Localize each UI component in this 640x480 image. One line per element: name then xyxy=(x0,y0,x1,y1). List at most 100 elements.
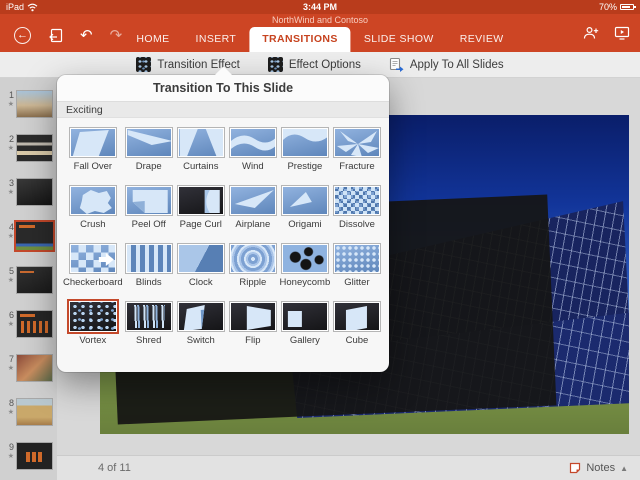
transition-tile-gallery[interactable]: Gallery xyxy=(279,296,331,354)
transition-label: Flip xyxy=(245,335,260,346)
transition-preview-icon xyxy=(179,303,223,330)
slide-thumbnail-item-2[interactable]: 2 xyxy=(0,134,57,162)
slide-thumbnail[interactable] xyxy=(16,310,53,338)
tab-transitions[interactable]: TRANSITIONS xyxy=(249,27,351,52)
transition-star-icon xyxy=(8,320,14,329)
slide-thumbnail[interactable] xyxy=(16,398,53,426)
transition-preview-icon xyxy=(335,187,379,214)
slide-thumbnail-item-6[interactable]: 6 xyxy=(0,310,57,338)
transition-label: Gallery xyxy=(290,335,320,346)
slide-thumbnail-item-3[interactable]: 3 xyxy=(0,178,57,206)
transition-preview-icon xyxy=(70,302,116,331)
transition-tile-wind[interactable]: Wind xyxy=(227,122,279,180)
transition-preview-icon xyxy=(179,245,223,272)
transition-star-icon xyxy=(8,408,14,417)
transition-tile-ripple[interactable]: Ripple xyxy=(227,238,279,296)
transition-tile-fall-over[interactable]: Fall Over xyxy=(63,122,123,180)
slide-thumbnail[interactable] xyxy=(16,266,53,294)
tab-review[interactable]: REVIEW xyxy=(447,27,517,52)
transition-tile-shred[interactable]: Shred xyxy=(123,296,175,354)
transition-preview-icon xyxy=(231,303,275,330)
tab-home[interactable]: HOME xyxy=(123,27,182,52)
transition-tile-switch[interactable]: Switch xyxy=(175,296,227,354)
slide-thumbnail[interactable] xyxy=(16,354,53,382)
transition-star-icon xyxy=(8,188,14,197)
transition-tile-crush[interactable]: Crush xyxy=(63,180,123,238)
transition-tile-cube[interactable]: Cube xyxy=(331,296,383,354)
transition-tile-fracture[interactable]: Fracture xyxy=(331,122,383,180)
transition-label: Dissolve xyxy=(339,219,375,230)
back-button[interactable]: ← xyxy=(14,27,31,44)
transition-tile-prestige[interactable]: Prestige xyxy=(279,122,331,180)
slide-thumbnail-item-5[interactable]: 5 xyxy=(0,266,57,294)
add-person-icon xyxy=(583,26,599,40)
transition-preview-icon xyxy=(283,187,327,214)
slide-thumbnail[interactable] xyxy=(16,134,53,162)
transition-star-icon xyxy=(8,452,14,461)
transition-label: Prestige xyxy=(287,161,322,172)
clock: 3:44 PM xyxy=(0,2,640,12)
apply-to-all-icon xyxy=(389,57,404,72)
effect-options-button[interactable]: Effect Options xyxy=(268,57,361,72)
section-header-exciting: Exciting xyxy=(57,101,389,118)
app-window: iPad 3:44 PM 70% NorthWind and Contoso ←… xyxy=(0,0,640,480)
transition-label: Airplane xyxy=(235,219,270,230)
slide-thumbnail-item-8[interactable]: 8 xyxy=(0,398,57,426)
transition-tile-flip[interactable]: Flip xyxy=(227,296,279,354)
transition-label: Clock xyxy=(189,277,213,288)
transition-effect-icon xyxy=(136,57,151,72)
tab-slide-show[interactable]: SLIDE SHOW xyxy=(351,27,447,52)
transition-tile-airplane[interactable]: Airplane xyxy=(227,180,279,238)
transition-tile-clock[interactable]: Clock xyxy=(175,238,227,296)
transition-tile-drape[interactable]: Drape xyxy=(123,122,175,180)
transition-star-icon xyxy=(8,364,14,373)
slide-number: 4 xyxy=(9,222,14,232)
transition-label: Vortex xyxy=(79,335,106,346)
file-share-icon xyxy=(48,28,63,43)
transition-tile-page-curl[interactable]: Page Curl xyxy=(175,180,227,238)
transition-label: Blinds xyxy=(136,277,162,288)
slide-thumbnail-item-4[interactable]: 4 xyxy=(0,222,57,250)
slide-number: 5 xyxy=(9,266,14,276)
transition-preview-icon xyxy=(283,303,327,330)
transition-tile-curtains[interactable]: Curtains xyxy=(175,122,227,180)
slide-thumbnail[interactable] xyxy=(16,222,53,250)
transition-label: Shred xyxy=(136,335,161,346)
transition-label: Drape xyxy=(136,161,162,172)
page-indicator: 4 of 11 xyxy=(98,462,131,474)
present-button[interactable] xyxy=(614,26,630,40)
share-people-button[interactable] xyxy=(583,26,599,40)
slide-thumbnail[interactable] xyxy=(16,442,53,470)
transition-preview-icon xyxy=(127,129,171,156)
transition-tile-dissolve[interactable]: Dissolve xyxy=(331,180,383,238)
transition-tile-checkerboard[interactable]: Checkerboard xyxy=(63,238,123,296)
slide-number: 8 xyxy=(9,398,14,408)
redo-button[interactable]: ↷ xyxy=(110,26,123,44)
apply-to-all-label: Apply To All Slides xyxy=(410,59,504,71)
transition-label: Curtains xyxy=(183,161,218,172)
tab-insert[interactable]: INSERT xyxy=(183,27,250,52)
transition-label: Checkerboard xyxy=(63,277,123,288)
transition-tile-honeycomb[interactable]: Honeycomb xyxy=(279,238,331,296)
notes-button[interactable]: Notes ▲ xyxy=(569,462,628,474)
slide-number: 2 xyxy=(9,134,14,144)
slide-thumbnail-item-1[interactable]: 1 xyxy=(0,90,57,118)
transition-tile-blinds[interactable]: Blinds xyxy=(123,238,175,296)
undo-button[interactable]: ↶ xyxy=(80,26,93,44)
transition-tile-vortex[interactable]: Vortex xyxy=(63,296,123,354)
slide-thumbnail[interactable] xyxy=(16,90,53,118)
battery-icon xyxy=(620,4,634,10)
file-share-button[interactable] xyxy=(48,28,63,43)
slide-thumbnail-item-9[interactable]: 9 xyxy=(0,442,57,470)
slide-thumbnail-item-7[interactable]: 7 xyxy=(0,354,57,382)
transition-preview-icon xyxy=(71,129,115,156)
transition-tile-origami[interactable]: Origami xyxy=(279,180,331,238)
transition-tile-peel-off[interactable]: Peel Off xyxy=(123,180,175,238)
slide-thumbnail[interactable] xyxy=(16,178,53,206)
transition-preview-icon xyxy=(335,129,379,156)
transition-label: Ripple xyxy=(239,277,266,288)
transition-popup: Transition To This Slide Exciting Fall O… xyxy=(57,75,389,372)
transition-tile-glitter[interactable]: Glitter xyxy=(331,238,383,296)
slide-number: 1 xyxy=(9,90,14,100)
apply-to-all-button[interactable]: Apply To All Slides xyxy=(389,57,504,72)
